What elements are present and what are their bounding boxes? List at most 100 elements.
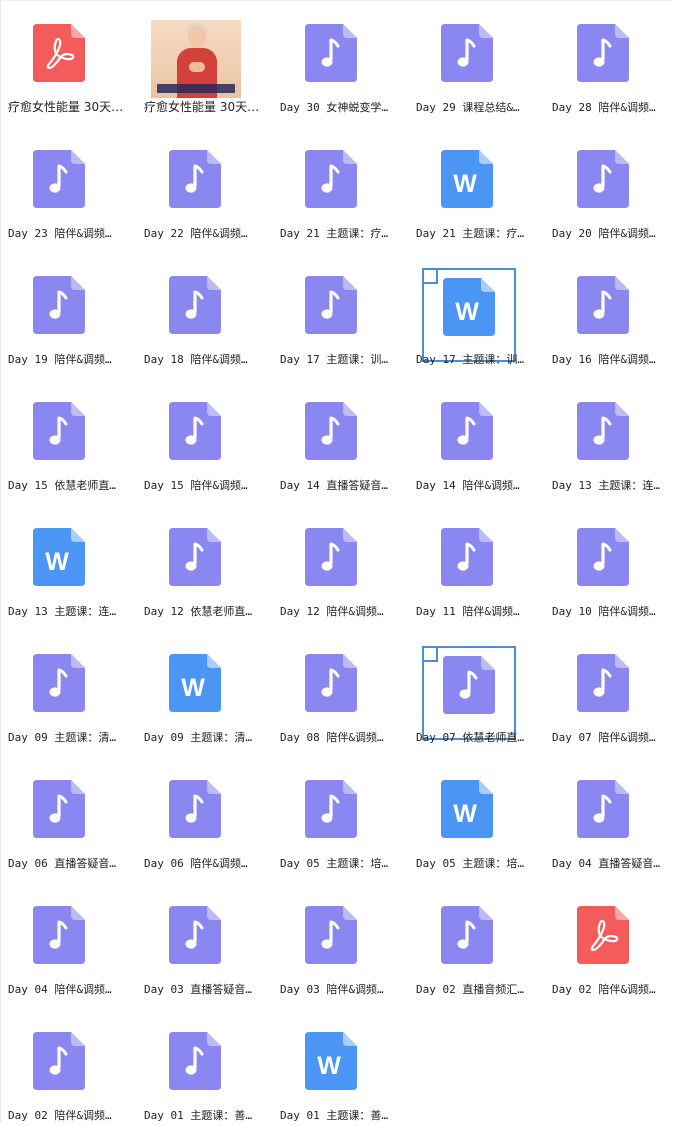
file-item[interactable]: Day 15 依慧老师直… [0,384,128,496]
file-icon-area[interactable]: W [422,142,516,236]
file-icon-area[interactable] [286,520,380,614]
file-icon-area[interactable] [422,16,516,110]
file-icon-area[interactable] [558,520,652,614]
file-name-label: Day 05 主题课：培… [416,857,524,870]
file-item[interactable]: Day 04 直播答疑音… [544,762,672,874]
file-icon-area[interactable] [286,394,380,488]
file-name-label: Day 12 陪伴&调频… [280,605,384,618]
file-item[interactable]: Day 11 陪伴&调频… [408,510,536,622]
file-icon-area[interactable] [150,772,244,866]
file-item[interactable]: Day 10 陪伴&调频… [544,510,672,622]
file-icon-area[interactable] [150,898,244,992]
audio-file-icon [33,780,85,838]
file-icon-area[interactable] [286,142,380,236]
file-item[interactable]: Day 16 陪伴&调频… [544,258,672,370]
file-item[interactable]: Day 02 陪伴&调频… [0,1014,128,1126]
file-icon-area[interactable] [422,520,516,614]
file-item[interactable]: Day 15 陪伴&调频… [136,384,264,496]
file-icon-area[interactable] [422,646,516,740]
pdf-icon [577,906,629,964]
file-item[interactable]: Day 20 陪伴&调频… [544,132,672,244]
file-item[interactable]: W Day 13 主题课：连… [0,510,128,622]
file-item[interactable]: Day 21 主题课：疗… [272,132,400,244]
file-item[interactable]: Day 05 主题课：培… [272,762,400,874]
file-item[interactable]: Day 23 陪伴&调频… [0,132,128,244]
file-icon-area[interactable] [150,16,244,110]
file-item[interactable]: Day 30 女神蜕变学… [272,6,400,118]
file-item[interactable]: Day 22 陪伴&调频… [136,132,264,244]
file-item[interactable]: W Day 09 主题课：清… [136,636,264,748]
file-name-label: Day 22 陪伴&调频… [144,227,248,240]
selection-checkbox[interactable] [422,268,438,284]
file-item[interactable]: W Day 17 主题课：训… [408,258,536,370]
file-icon-area[interactable] [150,268,244,362]
file-icon-area[interactable] [14,268,108,362]
file-item[interactable]: Day 28 陪伴&调频… [544,6,672,118]
file-item[interactable]: Day 02 直播音频汇… [408,888,536,1000]
file-item[interactable]: Day 04 陪伴&调频… [0,888,128,1000]
file-icon-area[interactable] [14,142,108,236]
file-icon-area[interactable] [558,772,652,866]
file-item[interactable]: Day 14 陪伴&调频… [408,384,536,496]
file-item[interactable]: Day 08 陪伴&调频… [272,636,400,748]
file-icon-area[interactable] [558,268,652,362]
file-icon-area[interactable] [286,268,380,362]
file-icon-area[interactable] [558,394,652,488]
file-item[interactable]: Day 29 课程总结&… [408,6,536,118]
file-name-label: Day 14 直播答疑音… [280,479,388,492]
file-item[interactable]: Day 17 主题课：训… [272,258,400,370]
audio-file-icon [577,402,629,460]
file-icon-area[interactable]: W [422,772,516,866]
file-name-label: Day 11 陪伴&调频… [416,605,520,618]
file-name-label: Day 13 主题课：连… [8,605,116,618]
audio-file-icon [169,780,221,838]
file-icon-area[interactable] [558,898,652,992]
file-item[interactable]: Day 13 主题课：连… [544,384,672,496]
file-icon-area[interactable]: W [150,646,244,740]
file-icon-area[interactable] [286,16,380,110]
file-icon-area[interactable] [286,772,380,866]
selection-checkbox[interactable] [422,646,438,662]
file-icon-area[interactable] [14,394,108,488]
file-icon-area[interactable] [422,898,516,992]
file-item[interactable]: Day 09 主题课：清… [0,636,128,748]
file-icon-area[interactable]: W [422,268,516,362]
file-icon-area[interactable]: W [286,1024,380,1118]
file-item[interactable]: Day 06 直播答疑音… [0,762,128,874]
file-icon-area[interactable] [286,646,380,740]
file-icon-area[interactable] [286,898,380,992]
file-item[interactable]: Day 12 陪伴&调频… [272,510,400,622]
file-name-label: 疗愈女性能量 30天… [144,100,260,114]
file-item[interactable]: Day 14 直播答疑音… [272,384,400,496]
file-icon-area[interactable] [150,1024,244,1118]
file-icon-area[interactable] [422,394,516,488]
file-item[interactable]: Day 03 直播答疑音… [136,888,264,1000]
file-icon-area[interactable] [150,520,244,614]
file-item[interactable]: W Day 21 主题课：疗… [408,132,536,244]
file-icon-area[interactable] [558,16,652,110]
file-item[interactable]: Day 01 主题课：善… [136,1014,264,1126]
file-icon-area[interactable] [14,646,108,740]
file-item[interactable]: Day 03 陪伴&调频… [272,888,400,1000]
file-item[interactable]: Day 07 陪伴&调频… [544,636,672,748]
file-item[interactable]: Day 19 陪伴&调频… [0,258,128,370]
file-icon-area[interactable] [14,1024,108,1118]
file-item[interactable]: W Day 01 主题课：善… [272,1014,400,1126]
file-item[interactable]: Day 06 陪伴&调频… [136,762,264,874]
file-item[interactable]: 疗愈女性能量 30天… [136,6,264,118]
file-icon-area[interactable] [150,394,244,488]
file-icon-area[interactable] [14,898,108,992]
file-icon-area[interactable] [150,142,244,236]
file-icon-area[interactable]: W [14,520,108,614]
file-icon-area[interactable] [558,646,652,740]
file-item[interactable]: 疗愈女性能量 30天… [0,6,128,118]
file-icon-area[interactable] [14,772,108,866]
file-icon-area[interactable] [14,16,108,110]
file-item[interactable]: Day 12 依慧老师直… [136,510,264,622]
file-item[interactable]: W Day 05 主题课：培… [408,762,536,874]
file-icon-area[interactable] [558,142,652,236]
file-item[interactable]: Day 02 陪伴&调频… [544,888,672,1000]
file-item[interactable]: Day 07 依慧老师直… [408,636,536,748]
file-item[interactable]: Day 18 陪伴&调频… [136,258,264,370]
audio-file-icon [169,402,221,460]
